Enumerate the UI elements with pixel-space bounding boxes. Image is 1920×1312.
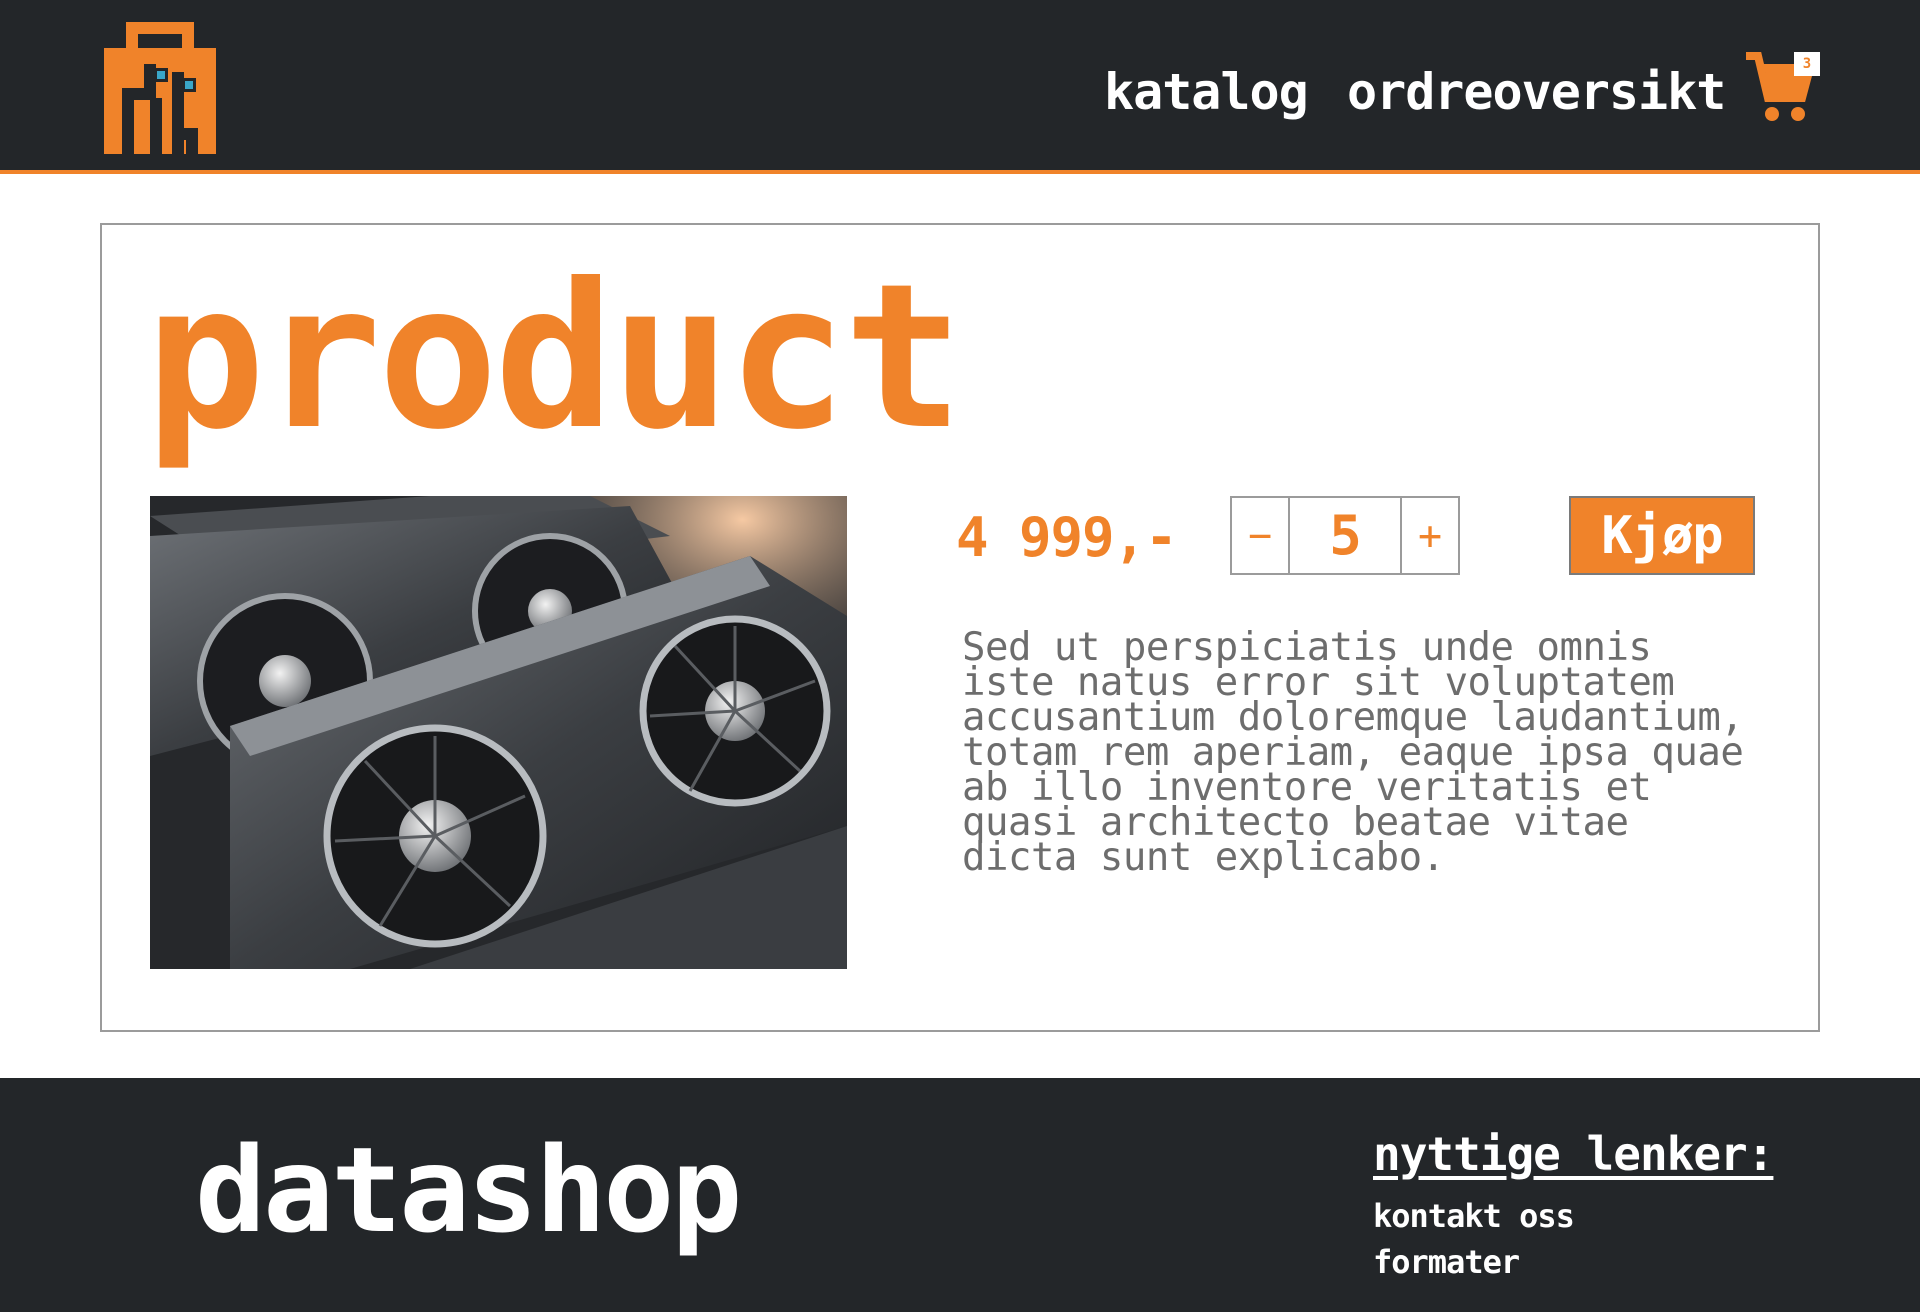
decrease-quantity-button[interactable]: − xyxy=(1232,498,1290,573)
increase-quantity-button[interactable]: + xyxy=(1400,498,1458,573)
quantity-value[interactable]: 5 xyxy=(1290,498,1400,573)
footer-brand: datashop xyxy=(195,1121,742,1259)
product-description: Sed ut perspiciatis unde omnis iste natu… xyxy=(962,625,1744,880)
shop-logo[interactable] xyxy=(104,22,216,154)
site-header: katalog ordreoversikt 3 xyxy=(0,0,1920,174)
footer-link-contact[interactable]: kontakt oss xyxy=(1373,1196,1575,1236)
quantity-stepper: − 5 + xyxy=(1230,496,1460,575)
nav-link-catalog[interactable]: katalog xyxy=(1104,62,1309,122)
useful-links-heading: nyttige lenker: xyxy=(1373,1127,1774,1181)
page-title: product xyxy=(145,241,964,474)
nav-link-orders[interactable]: ordreoversikt xyxy=(1347,62,1726,122)
footer-link-formats[interactable]: formater xyxy=(1373,1242,1520,1282)
buy-button[interactable]: Kjøp xyxy=(1569,496,1755,575)
product-image xyxy=(150,496,847,969)
cart-count-badge: 3 xyxy=(1794,52,1820,76)
product-price: 4 999,- xyxy=(956,506,1178,569)
